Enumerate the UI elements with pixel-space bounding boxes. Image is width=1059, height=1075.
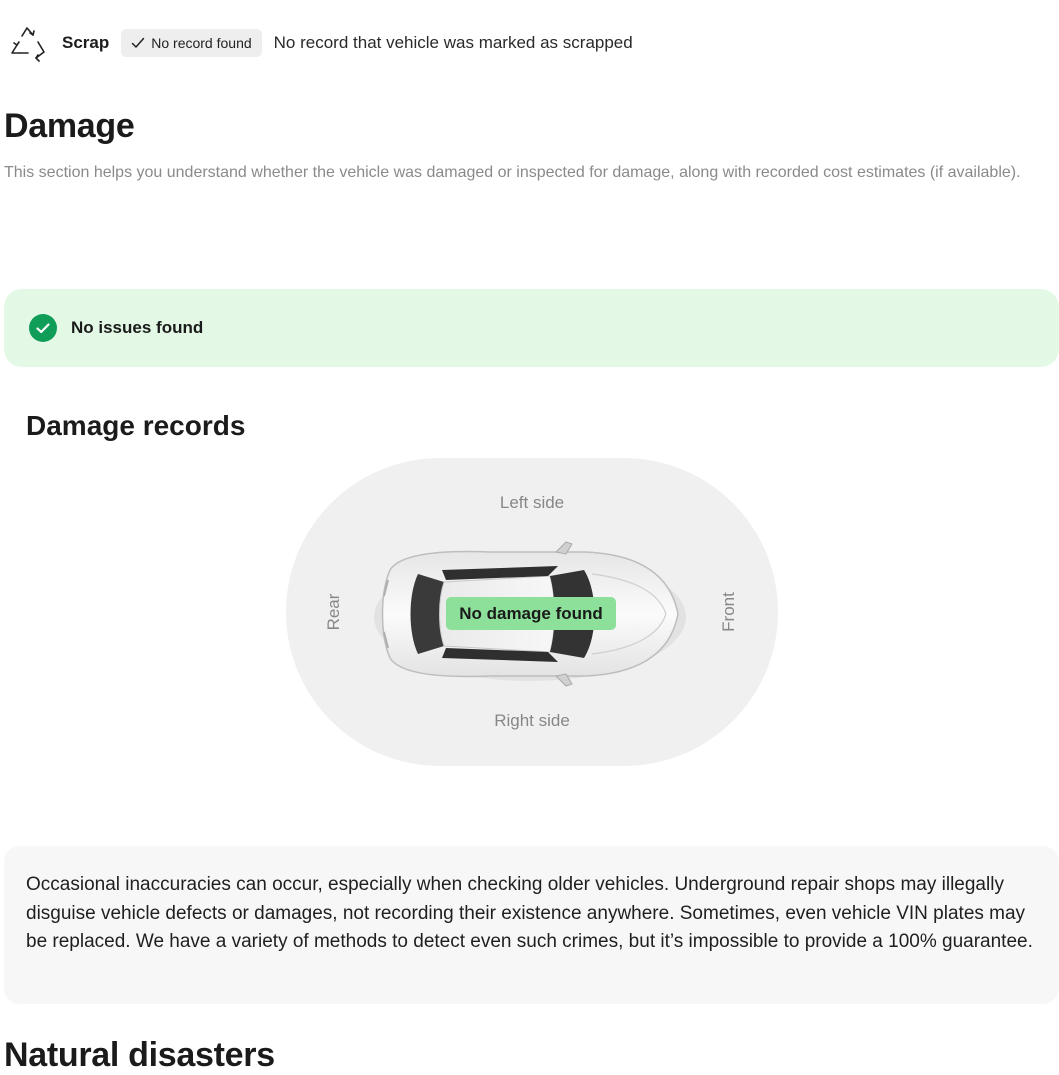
damage-description: This section helps you understand whethe… [4,164,1021,181]
front-label: Front [719,592,738,632]
recycle-icon [8,24,48,62]
right-side-label: Right side [494,711,570,730]
left-side-label: Left side [499,493,565,512]
disclaimer-box: Occasional inaccuracies can occur, espec… [4,846,1059,1004]
no-issues-label: No issues found [71,318,204,337]
check-circle-icon [29,314,57,342]
damage-title: Damage [4,107,135,145]
scrap-description: No record that vehicle was marked as scr… [273,33,633,52]
scrap-row: Scrap No record found No record that veh… [8,24,633,62]
disclaimer-text: Occasional inaccuracies can occur, espec… [26,874,1033,952]
no-issues-banner: No issues found [4,289,1059,367]
scrap-badge-label: No record found [151,35,252,51]
check-icon [131,37,145,49]
damage-records-title: Damage records [26,410,246,441]
no-damage-badge: No damage found [446,597,616,630]
scrap-status-badge: No record found [121,29,262,57]
scrap-label: Scrap [62,33,110,52]
damage-diagram: Left side Right side Rear Front No damag… [286,458,778,766]
rear-label: Rear [324,593,343,631]
natural-disasters-title: Natural disasters [4,1036,275,1074]
